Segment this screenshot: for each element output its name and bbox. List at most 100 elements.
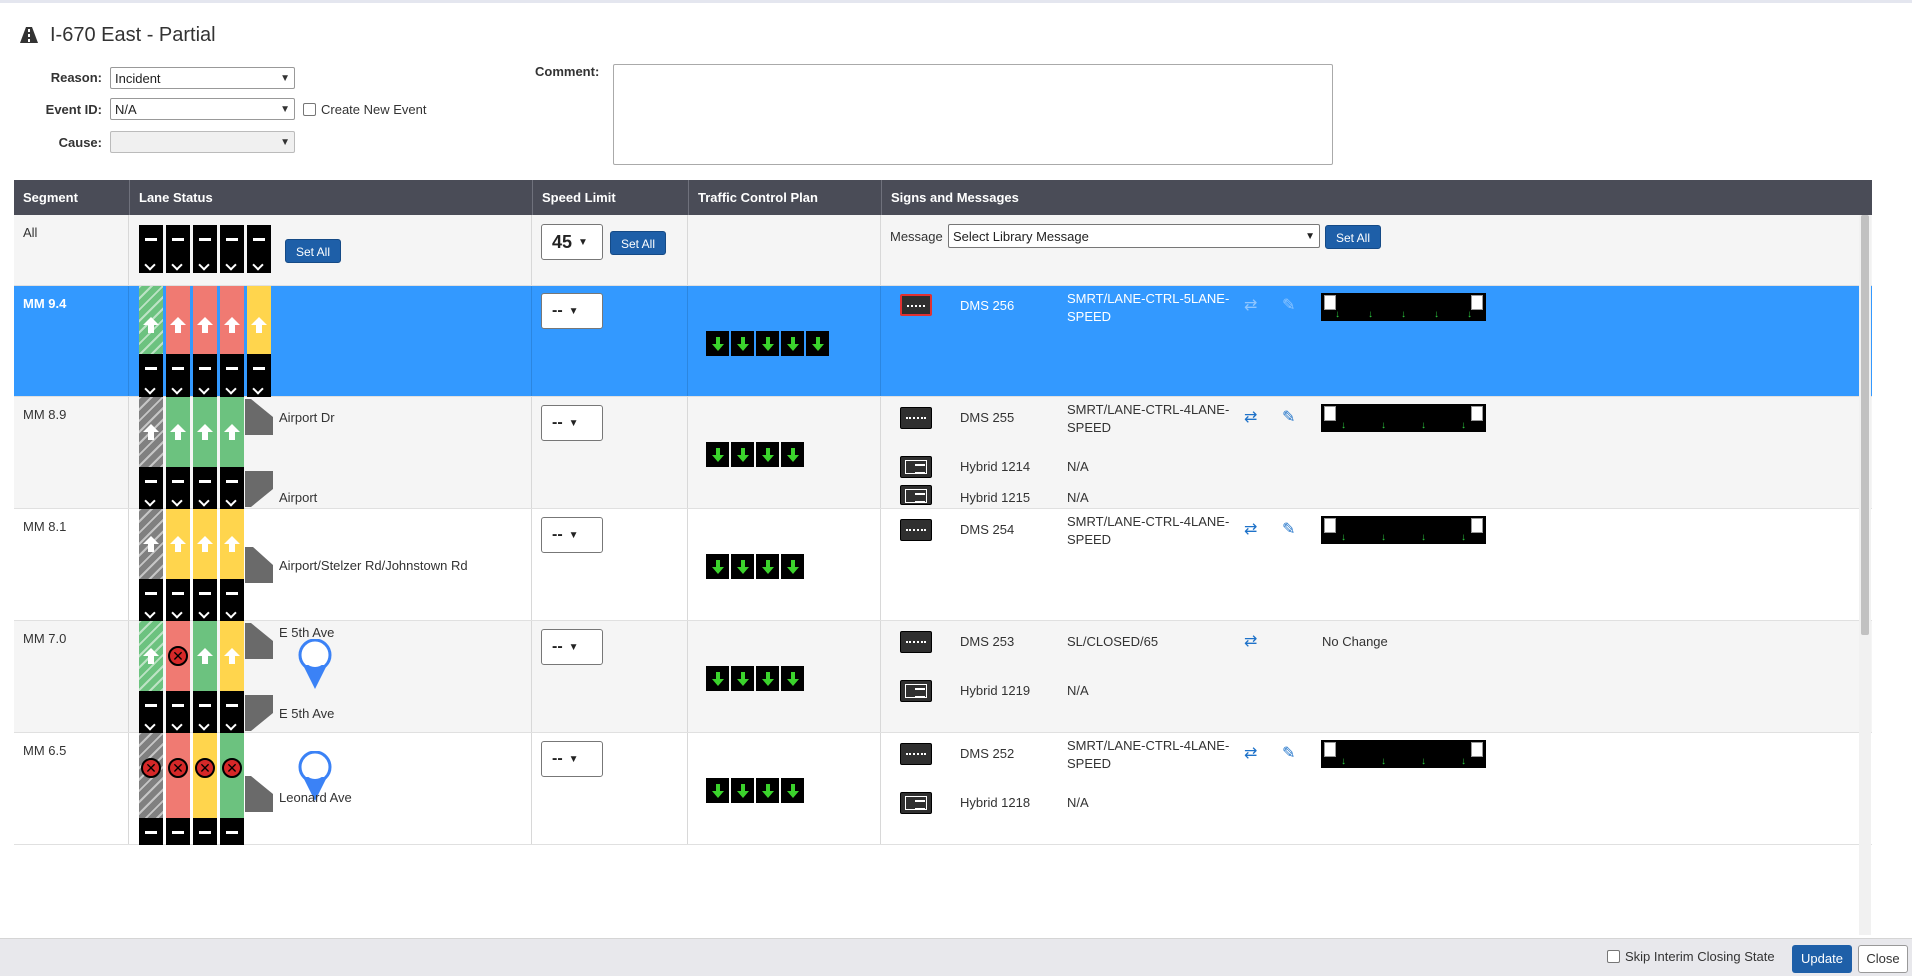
segment-label: MM 7.0	[23, 631, 67, 646]
lane-control[interactable]	[139, 579, 163, 621]
lane-control[interactable]	[166, 818, 190, 845]
dms-sign-icon[interactable]	[900, 407, 932, 429]
speed-select[interactable]: -- ▼	[541, 517, 603, 553]
lane-status-green[interactable]	[139, 286, 163, 354]
table-row[interactable]: MM 7.0 ✕ E 5th Ave E 5th Ave -- ▼ DMS 253…	[14, 621, 1872, 733]
table-row[interactable]: MM 6.5 ✕ ✕ ✕ ✕ Leonard Ave -- ▼ DMS 252 S…	[14, 733, 1872, 845]
create-new-event-checkbox[interactable]	[303, 102, 316, 116]
hybrid-sign-icon[interactable]	[900, 456, 932, 478]
tcp-arrows[interactable]	[706, 666, 804, 691]
pencil-icon[interactable]: ✎	[1282, 519, 1300, 538]
lane-status-red[interactable]: ✕	[166, 733, 190, 818]
speed-select[interactable]: -- ▼	[541, 405, 603, 441]
tcp-arrows[interactable]	[706, 778, 804, 803]
lane-status-green[interactable]	[220, 397, 244, 467]
lane-status-red[interactable]	[193, 286, 217, 354]
dms-sign-icon[interactable]	[900, 519, 932, 541]
lane-status-green[interactable]	[139, 621, 163, 691]
tcp-arrows[interactable]	[706, 554, 804, 579]
lane-status-yellow[interactable]: ✕	[193, 733, 217, 818]
lane-control[interactable]	[193, 467, 217, 509]
lane-control[interactable]	[166, 579, 190, 621]
skip-interim[interactable]: Skip Interim Closing State	[1607, 949, 1775, 964]
lane-control[interactable]	[193, 691, 217, 733]
lane-control-3[interactable]	[193, 225, 217, 273]
lane-status-green[interactable]: ✕	[220, 733, 244, 818]
set-all-speed-button[interactable]: Set All	[610, 231, 666, 255]
lane-control[interactable]	[193, 818, 217, 845]
lane-status-yellow[interactable]	[166, 509, 190, 579]
lane-control[interactable]	[166, 467, 190, 509]
lane-control[interactable]	[139, 467, 163, 509]
dms-sign-icon[interactable]	[900, 294, 932, 316]
hybrid-sign-icon[interactable]	[900, 680, 932, 702]
lane-status-gray[interactable]	[139, 509, 163, 579]
table-row[interactable]: MM 8.9 Airport Dr Airport -- ▼ DMS 255 SM…	[14, 397, 1872, 509]
create-new-event[interactable]: Create New Event	[303, 102, 427, 117]
pencil-icon[interactable]: ✎	[1282, 743, 1300, 762]
lane-status-red[interactable]	[220, 286, 244, 354]
scrollbar-thumb[interactable]	[1861, 215, 1869, 635]
lane-control[interactable]	[247, 354, 271, 397]
lane-control[interactable]	[220, 579, 244, 621]
skip-interim-checkbox[interactable]	[1607, 950, 1620, 963]
swap-icon[interactable]: ⇄	[1244, 631, 1262, 650]
lane-control[interactable]	[139, 691, 163, 733]
hybrid-sign-icon[interactable]	[900, 485, 932, 505]
lane-control[interactable]	[139, 354, 163, 397]
lane-control[interactable]	[139, 818, 163, 845]
lane-control[interactable]	[166, 354, 190, 397]
lane-status-gray[interactable]	[139, 397, 163, 467]
lane-control[interactable]	[220, 354, 244, 397]
lane-status-red[interactable]	[166, 286, 190, 354]
table-row[interactable]: MM 8.1 Airport/Stelzer Rd/Johnstown Rd -…	[14, 509, 1872, 621]
lane-status-yellow[interactable]	[220, 621, 244, 691]
dots	[907, 305, 925, 308]
set-all-lanes-button[interactable]: Set All	[285, 239, 341, 263]
swap-icon[interactable]: ⇄	[1244, 519, 1262, 538]
speed-all-select[interactable]: 45 ▼	[541, 224, 603, 260]
lane-control[interactable]	[220, 691, 244, 733]
lane-control-2[interactable]	[166, 225, 190, 273]
speed-select[interactable]: -- ▼	[541, 293, 603, 329]
lane-status-green[interactable]	[166, 397, 190, 467]
table-row[interactable]: MM 9.4 -- ▼ DMS 256 SMRT/LANE-CTRL-5LANE-…	[14, 286, 1872, 397]
speed-select[interactable]: -- ▼	[541, 629, 603, 665]
pencil-icon[interactable]: ✎	[1282, 407, 1300, 426]
lane-control[interactable]	[166, 691, 190, 733]
lane-control-4[interactable]	[220, 225, 244, 273]
pencil-icon[interactable]: ✎	[1282, 295, 1300, 314]
library-message-select[interactable]: Select Library Message ▼	[948, 224, 1320, 248]
lane-status-yellow[interactable]	[220, 509, 244, 579]
lane-control-1[interactable]	[139, 225, 163, 273]
lane-status-yellow[interactable]	[247, 286, 271, 354]
table-scrollbar[interactable]	[1859, 215, 1871, 935]
speed-select[interactable]: -- ▼	[541, 741, 603, 777]
tcp-arrows[interactable]	[706, 442, 804, 467]
lane-status-green[interactable]	[193, 621, 217, 691]
event-select[interactable]: N/A ▼	[110, 98, 295, 120]
lane-status-gray[interactable]: ✕	[139, 733, 163, 818]
lane-status-red[interactable]: ✕	[166, 621, 190, 691]
tcp-arrows[interactable]	[706, 331, 829, 356]
lane-status-yellow[interactable]	[193, 509, 217, 579]
swap-icon[interactable]: ⇄	[1244, 295, 1262, 314]
dms-sign-icon[interactable]	[900, 631, 932, 653]
lane-control[interactable]	[193, 354, 217, 397]
close-button[interactable]: Close	[1858, 945, 1908, 973]
comment-textarea[interactable]	[613, 64, 1333, 165]
hybrid-sign-icon[interactable]	[900, 792, 932, 814]
dms-sign-icon[interactable]	[900, 743, 932, 765]
lane-control[interactable]	[220, 467, 244, 509]
lane-status-green[interactable]	[193, 397, 217, 467]
swap-icon[interactable]: ⇄	[1244, 407, 1262, 426]
cause-select[interactable]: ▼	[110, 131, 295, 153]
lane-control-5[interactable]	[247, 225, 271, 273]
lane-control[interactable]	[193, 579, 217, 621]
set-all-message-button[interactable]: Set All	[1325, 225, 1381, 249]
lane-control[interactable]	[220, 818, 244, 845]
swap-icon[interactable]: ⇄	[1244, 743, 1262, 762]
map-pin-icon[interactable]	[297, 639, 333, 691]
reason-select[interactable]: Incident ▼	[110, 67, 295, 89]
update-button[interactable]: Update	[1792, 945, 1852, 973]
